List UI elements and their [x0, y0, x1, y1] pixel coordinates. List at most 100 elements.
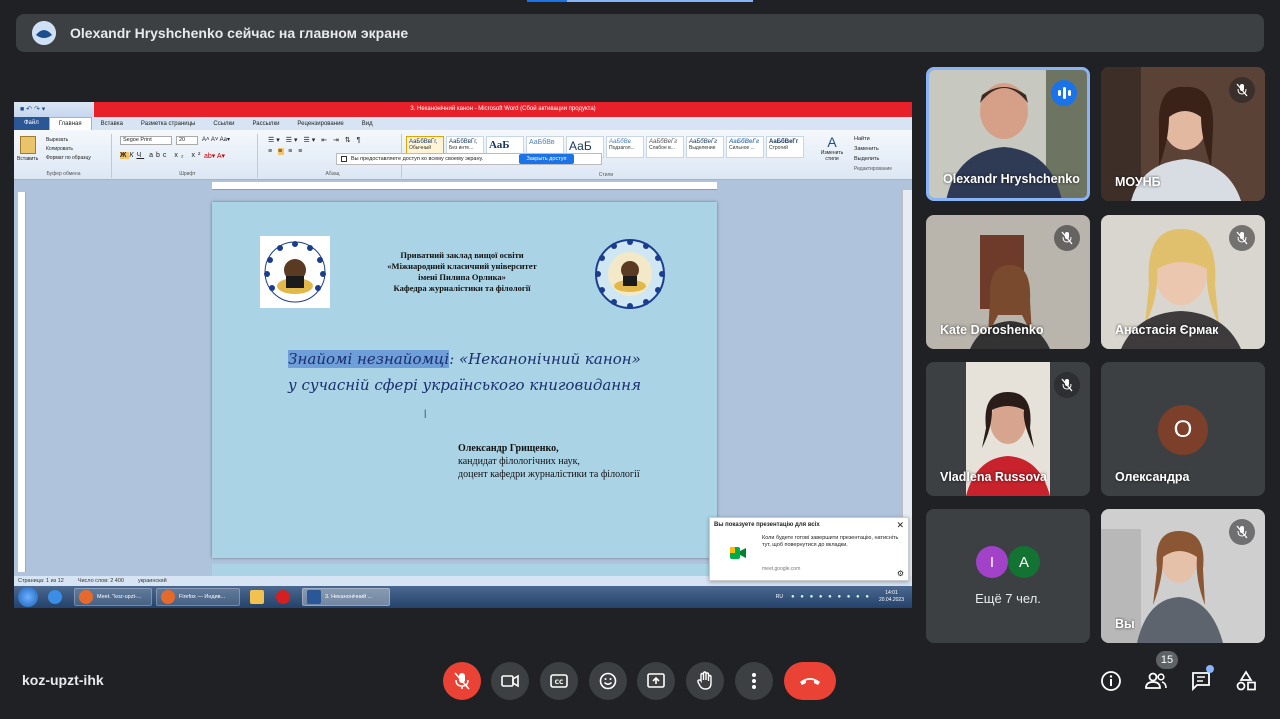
people-icon: [1145, 672, 1167, 689]
paste-button[interactable]: Вставить: [17, 156, 38, 162]
more-options-button[interactable]: [735, 662, 773, 700]
participant-name: Olexandr Hryshchenko: [943, 172, 1080, 186]
presentation-toast[interactable]: Вы показуете презентацію для всіх ✕ Коли…: [709, 517, 909, 581]
title-line2: у сучасній сфері українського книговидан…: [288, 376, 641, 394]
participant-tile-self[interactable]: Вы: [1101, 509, 1265, 643]
style-intense-emphasis[interactable]: АаБбВеГг Сильное ...: [726, 136, 764, 158]
ribbon-group-editing: Найти Заменить Выделить Редактирование: [854, 134, 892, 174]
captions-button[interactable]: CC: [540, 662, 578, 700]
clock-date: 20.04.2023: [878, 597, 904, 603]
mic-off-icon: [1229, 77, 1255, 103]
hand-icon: [697, 671, 712, 690]
camera-toggle-button[interactable]: [491, 662, 529, 700]
clock-time: 14:01: [885, 590, 898, 596]
opera-icon[interactable]: [276, 590, 290, 604]
document-page[interactable]: Приватний заклад вищої освіти «Міжнародн…: [212, 202, 717, 558]
align-icons[interactable]: ≡ ≡ ≡ ≡: [268, 148, 304, 155]
quick-access-toolbar[interactable]: ■ ↶ ↷ ▾: [20, 105, 45, 113]
participant-tile[interactable]: МОУНБ: [1101, 67, 1265, 201]
more-vert-icon: [752, 673, 756, 689]
participant-tile[interactable]: Vladlena Russova: [926, 362, 1090, 496]
participant-tile[interactable]: Olexandr Hryshchenko: [926, 67, 1090, 201]
taskbar-item-label: Meet. "koz-upzt-...: [97, 594, 142, 600]
taskbar-item-label: Firefox — Индив...: [179, 594, 226, 600]
activities-button[interactable]: [1232, 667, 1260, 695]
tab-mailings[interactable]: Рассылки: [243, 121, 288, 127]
font-size-select[interactable]: 20: [176, 136, 198, 145]
style-name: Обычный: [409, 145, 432, 151]
style-name: Подзагол...: [609, 145, 635, 151]
find-button[interactable]: Найти: [854, 134, 892, 144]
activities-icon: [1236, 670, 1256, 691]
status-words[interactable]: Число слов: 2 400: [78, 578, 124, 584]
format-painter-button[interactable]: Формат по образцу: [46, 154, 91, 163]
status-page[interactable]: Страница: 1 из 12: [18, 578, 64, 584]
file-explorer-icon[interactable]: [250, 590, 264, 604]
reactions-button[interactable]: [589, 662, 627, 700]
banner-title: Olexandr Hryshchenko сейчас на главном э…: [70, 25, 409, 41]
gear-icon[interactable]: ⚙: [897, 569, 904, 578]
tab-insert[interactable]: Вставка: [92, 121, 132, 127]
tray-icons[interactable]: ● ● ● ● ● ● ● ● ●: [791, 594, 871, 600]
taskbar-item-meet[interactable]: Meet. "koz-upzt-...: [74, 588, 152, 606]
list-icons[interactable]: ☰▾ ☰▾ ☰▾ ⇤ ⇥ ⇅ ¶: [268, 136, 362, 144]
group-label-clipboard: Буфер обмена: [46, 171, 81, 177]
font-format-icons[interactable]: ЖКЧ abc x₂ x²: [120, 152, 203, 159]
group-label-paragraph: Абзац: [325, 171, 340, 177]
taskbar-item-word[interactable]: 3. Неканонічний ...: [302, 588, 390, 606]
participant-name: Vladlena Russova: [940, 470, 1047, 484]
style-strong[interactable]: АаБбВеГг Строгий: [766, 136, 804, 158]
meeting-info-button[interactable]: [1097, 667, 1125, 695]
tab-references[interactable]: Ссылки: [204, 121, 243, 127]
participant-name: Анастасія Єрмак: [1115, 323, 1219, 337]
toast-source: meet.google.com: [762, 566, 801, 572]
style-subtitle[interactable]: АаБбВв Подзагол...: [606, 136, 644, 158]
select-button[interactable]: Выделить: [854, 154, 892, 164]
windows-start-icon[interactable]: [18, 587, 38, 607]
font-color-icon[interactable]: ab▾ A▾: [204, 152, 225, 160]
word-ribbon-tabs: Файл Главная Вставка Разметка страницы С…: [14, 117, 912, 130]
tab-file[interactable]: Файл: [14, 117, 49, 130]
tray-language[interactable]: RU: [776, 594, 783, 600]
word-icon: [307, 590, 321, 604]
replace-button[interactable]: Заменить: [854, 144, 892, 154]
close-icon[interactable]: ✕: [896, 520, 904, 531]
status-language[interactable]: украинский: [138, 578, 167, 584]
vertical-ruler[interactable]: [18, 192, 26, 572]
style-subtle-emphasis[interactable]: АаБбВеГг Слабое в...: [646, 136, 684, 158]
participant-tile[interactable]: О Олександра: [1101, 362, 1265, 496]
emoji-icon: [599, 672, 617, 690]
tab-review[interactable]: Рецензирование: [288, 121, 352, 127]
leave-call-button[interactable]: [784, 662, 836, 700]
paste-icon[interactable]: [20, 136, 36, 154]
people-button[interactable]: [1142, 667, 1170, 695]
participant-tile[interactable]: Kate Doroshenko: [926, 215, 1090, 349]
participant-name: Kate Doroshenko: [940, 323, 1044, 337]
taskbar-clock[interactable]: 14:01 20.04.2023: [879, 590, 904, 604]
font-grow-shrink-icon[interactable]: A˄ A˅ Aa▾: [202, 136, 230, 143]
ie-icon[interactable]: [48, 590, 62, 604]
taskbar-item-label: 3. Неканонічний ...: [325, 594, 373, 600]
raise-hand-button[interactable]: [686, 662, 724, 700]
tab-layout[interactable]: Разметка страницы: [132, 121, 204, 127]
change-styles-button[interactable]: A Изменить стили: [818, 134, 846, 162]
captions-icon: CC: [550, 674, 568, 688]
tab-view[interactable]: Вид: [353, 121, 382, 127]
style-preview: АаБ: [489, 139, 510, 151]
font-name-select[interactable]: Segoe Print: [120, 136, 172, 145]
participant-name: Олександра: [1115, 470, 1190, 484]
taskbar-item-firefox[interactable]: Firefox — Индив...: [156, 588, 240, 606]
horizontal-ruler[interactable]: [212, 182, 717, 190]
copy-button[interactable]: Копировать: [46, 145, 91, 154]
mic-toggle-button[interactable]: [443, 662, 481, 700]
hang-up-icon: [800, 678, 820, 685]
participant-tile[interactable]: Анастасія Єрмак: [1101, 215, 1265, 349]
author-name: Олександр Грищенко,: [458, 443, 559, 454]
tab-home[interactable]: Главная: [48, 117, 92, 130]
style-emphasis[interactable]: АаБбВеГг Выделение: [686, 136, 724, 158]
group-label-editing: Редактирование: [854, 166, 893, 172]
present-button[interactable]: [637, 662, 675, 700]
more-participants-tile[interactable]: I A Ещё 7 чел.: [926, 509, 1090, 643]
stop-sharing-button[interactable]: Закрыть доступ: [519, 154, 574, 164]
cut-button[interactable]: Вырезать: [46, 136, 91, 145]
